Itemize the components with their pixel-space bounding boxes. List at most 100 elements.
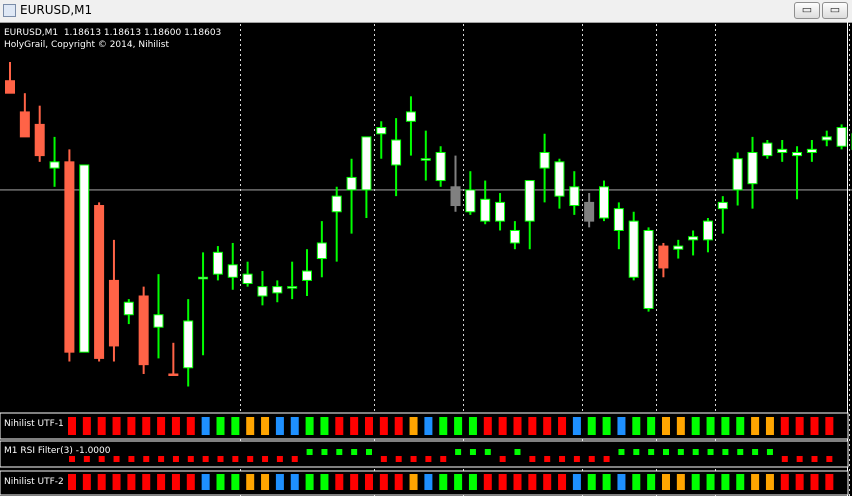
- rsi-dot-9: [202, 456, 209, 462]
- candle-body-2: [34, 123, 45, 157]
- rsi-dot-23: [410, 456, 417, 462]
- utf2-bar-26: [454, 474, 463, 490]
- utf2-bar-50: [810, 474, 819, 490]
- candles: [5, 62, 852, 387]
- utf1-bar-38: [632, 417, 641, 435]
- rsi-dot-4: [128, 456, 135, 462]
- terminal-window: EURUSD,M1 ▭ ▭ EURUSD,M1 1.18613 1.18613 …: [0, 0, 852, 496]
- candle-body-25: [376, 127, 387, 135]
- utf1-bar-13: [261, 417, 270, 435]
- utf2-bar-51: [825, 474, 834, 490]
- utf2-bar-16: [305, 474, 314, 490]
- rsi-dot-8: [187, 456, 194, 462]
- utf2-bar-13: [261, 474, 270, 490]
- rsi-dot-14: [276, 456, 283, 462]
- indicator-copyright: HolyGrail, Copyright © 2014, Nihilist: [4, 40, 169, 50]
- rsi-dot-3: [113, 456, 120, 462]
- utf2-bar-37: [617, 474, 626, 490]
- utf2-bar-6: [157, 474, 166, 490]
- utf2-bar-10: [216, 474, 225, 490]
- utf1-bar-32: [543, 417, 552, 435]
- indicator-panels: [0, 412, 849, 496]
- rsi-dot-27: [469, 449, 476, 455]
- price-chart[interactable]: [0, 22, 852, 496]
- candle-body-37: [554, 161, 565, 197]
- candle-body-20: [302, 270, 312, 281]
- utf2-bar-1: [82, 474, 91, 490]
- utf1-bar-20: [365, 417, 373, 435]
- rsi-dot-45: [737, 449, 744, 455]
- candle-body-40: [599, 186, 609, 219]
- utf1-bar-49: [795, 417, 804, 435]
- rsi-dot-31: [529, 456, 536, 462]
- rsi-dot-26: [455, 449, 462, 455]
- candle-body-34: [509, 229, 520, 244]
- utf2-bar-32: [543, 474, 552, 490]
- candle-body-7: [108, 279, 119, 347]
- candle-body-51: [762, 142, 773, 157]
- rsi-dot-0: [69, 456, 75, 462]
- candle-body-8: [123, 301, 134, 316]
- utf2-bar-30: [513, 474, 522, 490]
- utf1-bar-28: [483, 417, 492, 435]
- utf1-bar-26: [454, 417, 463, 435]
- title-bar[interactable]: EURUSD,M1 ▭ ▭: [0, 0, 852, 23]
- chart-window-icon: [3, 4, 16, 17]
- candle-body-13: [198, 276, 209, 280]
- rsi-dot-37: [618, 449, 625, 455]
- utf1-bar-39: [647, 417, 656, 435]
- candle-body-14: [212, 251, 223, 275]
- utf2-bar-36: [602, 474, 611, 490]
- utf2-bar-3: [112, 474, 121, 490]
- utf1-bar-48: [780, 417, 789, 435]
- rsi-dot-36: [603, 456, 610, 462]
- rsi-dot-29: [499, 456, 506, 462]
- utf1-bar-19: [350, 417, 359, 435]
- candle-body-56: [836, 127, 847, 147]
- rsi-dot-17: [321, 449, 328, 455]
- utf2-bar-20: [365, 474, 373, 490]
- utf2-panel: [0, 470, 849, 496]
- candle-body-27: [405, 111, 416, 122]
- rsi-dot-13: [262, 456, 269, 462]
- utf1-bar-33: [558, 417, 567, 435]
- utf2-panel-label: Nihilist UTF-2: [4, 477, 64, 487]
- utf1-bar-17: [320, 417, 329, 435]
- rsi-dot-28: [484, 449, 491, 455]
- utf1-bar-1: [82, 417, 91, 435]
- restore-button[interactable]: ▭: [822, 2, 848, 19]
- utf1-bar-9: [201, 417, 210, 435]
- utf2-bar-18: [335, 474, 344, 490]
- utf1-bar-50: [810, 417, 819, 435]
- utf1-bar-23: [409, 417, 418, 435]
- rsi-dot-12: [247, 456, 254, 462]
- rsi-dot-48: [781, 456, 788, 462]
- utf1-bar-37: [617, 417, 626, 435]
- utf2-bar-5: [142, 474, 151, 490]
- utf2-bar-38: [632, 474, 641, 490]
- utf2-bar-22: [394, 474, 403, 490]
- utf1-bar-30: [513, 417, 522, 435]
- rsi-dot-15: [291, 456, 298, 462]
- utf2-bar-25: [439, 474, 448, 490]
- minimize-button[interactable]: ▭: [794, 2, 820, 19]
- utf1-bar-40: [662, 417, 670, 435]
- utf2-bar-41: [676, 474, 685, 490]
- candle-body-5: [79, 164, 90, 353]
- utf2-bar-48: [780, 474, 789, 490]
- utf2-bar-49: [795, 474, 804, 490]
- utf1-bar-47: [765, 417, 774, 435]
- utf1-bar-24: [424, 417, 433, 435]
- utf2-bar-19: [350, 474, 359, 490]
- rsi-dot-18: [336, 449, 343, 455]
- window-title: EURUSD,M1: [20, 3, 93, 17]
- rsi-dot-30: [514, 449, 521, 455]
- candle-body-53: [792, 151, 803, 157]
- rsi-dot-6: [158, 456, 165, 462]
- utf2-bar-24: [424, 474, 433, 490]
- candle-body-6: [94, 205, 105, 359]
- utf2-bar-8: [186, 474, 195, 490]
- rsi-dot-16: [306, 449, 313, 455]
- rsi-dot-40: [663, 449, 669, 455]
- utf2-bar-21: [379, 474, 388, 490]
